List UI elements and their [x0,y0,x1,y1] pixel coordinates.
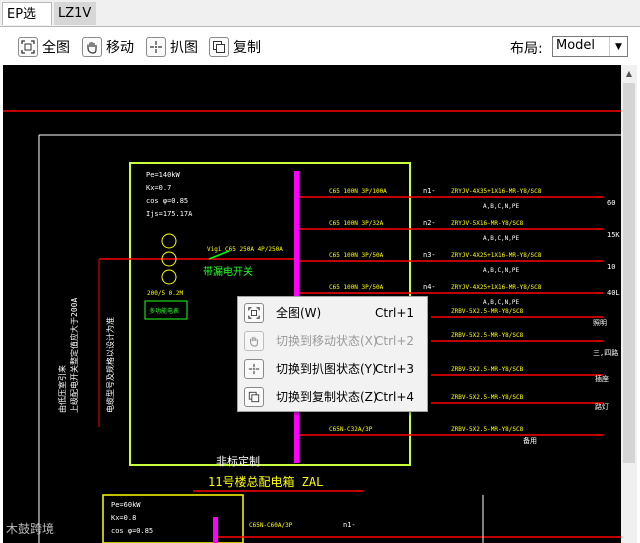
spare-label: 备用 [523,436,537,445]
phase-3: A,B,C,N,PE [483,267,520,274]
cable-4: ZRYJV-4X25+1X16-MR-Y8/SC8 [451,284,542,291]
cable-5: ZRBV-5X2.5-MR-Y8/SC8 [451,308,524,315]
cable-8: ZRBV-5X2.5-MR-Y8/SCB [451,394,524,401]
right-value-7: 插座 [595,374,609,383]
layout-select[interactable]: Model ▼ [552,36,628,57]
lower-breaker: C65N-C60A/3P [249,522,293,529]
scroll-thumb[interactable] [623,83,635,463]
menu-item-grab[interactable]: 切换到扒图状态(Y) Ctrl+3 [238,355,427,382]
layout-label: 布局: [510,41,543,57]
copy-icon [209,37,229,57]
param-cos: cos φ=0.85 [146,197,188,205]
breaker-9: C65N-C32A/3P [329,426,373,433]
spd-label: 200/5 0.2M [147,290,184,297]
cable-3: ZRYJV-4X25+1X16-MR-Y8/SC8 [451,252,542,259]
breaker-3: C65 100N 3P/50A [329,252,384,259]
right-value-3: 10 [607,263,615,271]
menu-item-label: 切换到复制状态(Z) [276,390,378,404]
side-text-2: 上级配电开关整定值应大于200A [69,298,79,413]
circuit-label-4: n4- [423,283,436,291]
menu-item-label: 切换到移动状态(X) [276,334,378,348]
scroll-up-icon[interactable]: ▲ [621,65,637,81]
menu-item-shortcut: Ctrl+3 [375,361,415,376]
full-view-button[interactable]: 全图 [18,36,70,58]
right-value-8: 路灯 [595,402,609,411]
phase-2: A,B,C,N,PE [483,235,520,242]
circuit-label-1: n1- [423,187,436,195]
param-ijs: Ijs=175.17A [146,210,193,218]
circuit-label-2: n2- [423,219,436,227]
tab-bar: EP选型 LZ1V [0,0,640,45]
rcd-label: 带漏电开关 [203,265,253,278]
breaker-2: C65 100N 3P/32A [329,220,384,227]
lower-param-cos: cos φ=0.85 [111,527,153,535]
full-view-icon [18,37,38,57]
lower-param-pe: Pe=60kW [111,501,141,509]
cable-1: ZRYJV-4X35+1X16-MR-Y8/SC8 [451,188,542,195]
cable-7: ZRBV-5X2.5-MR-Y8/SCB [451,366,524,373]
crosshair-icon [146,37,166,57]
menu-item-label: 全图(W) [276,306,322,320]
menu-item-full-view[interactable]: 全图(W) Ctrl+1 [238,299,427,326]
hand-icon [244,330,264,351]
menu-item-move: 切换到移动状态(X) Ctrl+2 [238,327,427,354]
full-view-icon [244,302,264,323]
menu-item-shortcut: Ctrl+2 [375,333,415,348]
menu-item-shortcut: Ctrl+4 [375,389,415,404]
phase-1: A,B,C,N,PE [483,203,520,210]
breaker-1: C65 100N 3P/100A [329,188,387,195]
right-value-6: 三,四路 [593,348,618,357]
param-pe: Pe=140kW [146,171,181,179]
menu-item-copy[interactable]: 切换到复制状态(Z) Ctrl+4 [238,383,427,410]
panel-title: 11号楼总配电箱 ZAL [208,474,323,489]
grab-label: 扒图 [170,40,198,56]
cable-9: ZRBV-5X2.5-MR-Y8/SC8 [451,426,524,433]
copy-icon [244,386,264,407]
lower-circuit-label: n1- [343,521,356,529]
right-value-1: 60 [607,199,615,207]
right-value-5: 照明 [593,319,607,327]
tab-lz1v[interactable]: LZ1V [54,2,96,25]
vertical-scrollbar[interactable]: ▲ [621,65,637,543]
lower-busbar [213,517,218,543]
full-view-label: 全图 [42,40,70,56]
non-standard-label: 非标定制 [216,454,260,468]
context-menu: 全图(W) Ctrl+1 切换到移动状态(X) Ctrl+2 切换到扒图状态(Y… [237,296,428,412]
move-button[interactable]: 移动 [82,36,134,58]
cable-6: ZRBV-5X2.5-MR-Y8/SC8 [451,332,524,339]
hand-icon [82,37,102,57]
right-value-4: 40L [607,289,620,297]
side-text-1: 由低压室引来 [57,365,67,413]
toolbar: 全图 移动 扒图 复制 布局: Model ▼ [0,27,640,65]
chevron-down-icon: ▼ [609,37,627,56]
copy-label: 复制 [233,40,261,56]
ct-symbol-3 [161,269,177,285]
tab-ep[interactable]: EP选型 [2,2,52,45]
cable-2: ZRYJV-5X16-MR-Y8/SC8 [451,220,524,227]
lower-param-kx: Kx=0.8 [111,514,136,522]
menu-item-label: 切换到扒图状态(Y) [276,362,377,376]
copy-button[interactable]: 复制 [209,36,261,58]
menu-item-shortcut: Ctrl+1 [375,305,415,320]
crosshair-icon [244,358,264,379]
move-label: 移动 [106,40,134,56]
grab-button[interactable]: 扒图 [146,36,198,58]
right-value-2: 15K [607,231,620,239]
breaker-4: C65 100N 3P/50A [329,284,384,291]
side-text-3: 电缆型号及规格以设计为准 [105,317,115,413]
circuit-label-3: n3- [423,251,436,259]
watermark: 木鼓跨境 [6,522,55,536]
main-breaker-label: Vigi C65 250A 4P/250A [207,246,283,253]
ct-symbol-1 [161,233,177,249]
phase-4: A,B,C,N,PE [483,299,520,306]
meter-label: 多功能电表 [149,307,179,315]
param-kx: Kx=0.7 [146,184,171,192]
layout-select-value: Model [556,38,596,53]
